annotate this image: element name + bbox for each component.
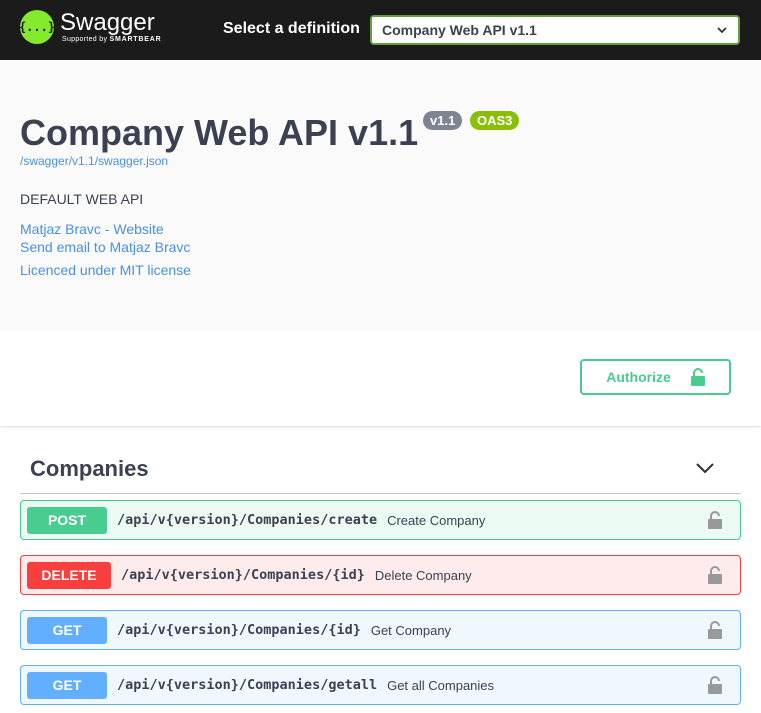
- logo-name: Swagger: [60, 8, 155, 36]
- api-description: DEFAULT WEB API: [20, 191, 144, 207]
- api-title: Company Web API v1.1: [20, 112, 419, 153]
- lock-icon[interactable]: [708, 566, 722, 584]
- method-badge: GET: [27, 671, 107, 699]
- authorize-button[interactable]: Authorize: [580, 359, 731, 395]
- contact-website-link[interactable]: Matjaz Bravc - Website: [20, 221, 164, 237]
- tag-title: Companies: [30, 456, 149, 481]
- lock-icon[interactable]: [708, 511, 722, 529]
- version-badge: v1.1: [423, 111, 463, 130]
- topbar: {...} Swagger Supported by SMARTBEAR Sel…: [0, 0, 761, 60]
- operation-summary: Delete Company: [374, 567, 472, 583]
- operation-path: /api/v{version}/Companies/getall: [117, 677, 378, 693]
- method-badge: DELETE: [27, 561, 111, 589]
- definition-label: Select a definition: [223, 20, 360, 37]
- scheme-container: Authorize: [0, 330, 761, 426]
- operation-post-create-company[interactable]: POST /api/v{version}/Companies/create Cr…: [20, 500, 741, 540]
- spec-url-link[interactable]: /swagger/v1.1/swagger.json: [20, 154, 168, 168]
- authorize-label: Authorize: [606, 369, 671, 385]
- operation-summary: Get all Companies: [387, 677, 495, 693]
- unlocked-padlock-icon: [690, 368, 705, 386]
- contact-email-link[interactable]: Send email to Matjaz Bravc: [20, 239, 190, 255]
- definition-selected-value: Company Web API v1.1: [382, 22, 537, 38]
- chevron-down-icon: [717, 27, 727, 34]
- lock-icon[interactable]: [708, 621, 722, 639]
- tag-header-companies[interactable]: Companies: [20, 446, 741, 494]
- operation-path: /api/v{version}/Companies/{id}: [121, 567, 365, 583]
- swagger-logo[interactable]: {...} Swagger Supported by SMARTBEAR: [19, 8, 162, 44]
- operation-path: /api/v{version}/Companies/create: [117, 512, 378, 528]
- method-badge: POST: [27, 506, 107, 534]
- operation-summary: Get Company: [370, 622, 452, 638]
- operation-get-all-companies[interactable]: GET /api/v{version}/Companies/getall Get…: [20, 665, 741, 705]
- operation-get-company[interactable]: GET /api/v{version}/Companies/{id} Get C…: [20, 610, 741, 650]
- operation-delete-company[interactable]: DELETE /api/v{version}/Companies/{id} De…: [20, 555, 741, 595]
- oas-badge: OAS3: [470, 111, 520, 130]
- operation-summary: Create Company: [387, 512, 486, 528]
- logo-subtitle: Supported by SMARTBEAR: [62, 35, 162, 43]
- method-badge: GET: [27, 616, 107, 644]
- chevron-down-icon[interactable]: [695, 461, 715, 475]
- operation-path: /api/v{version}/Companies/{id}: [117, 622, 361, 638]
- lock-icon[interactable]: [708, 676, 722, 694]
- swagger-logo-icon: {...}: [19, 10, 55, 44]
- definition-select[interactable]: Company Web API v1.1: [370, 15, 740, 45]
- api-info: Company Web API v1.1 v1.1 OAS3 /swagger/…: [0, 60, 761, 330]
- license-link[interactable]: Licenced under MIT license: [20, 262, 191, 278]
